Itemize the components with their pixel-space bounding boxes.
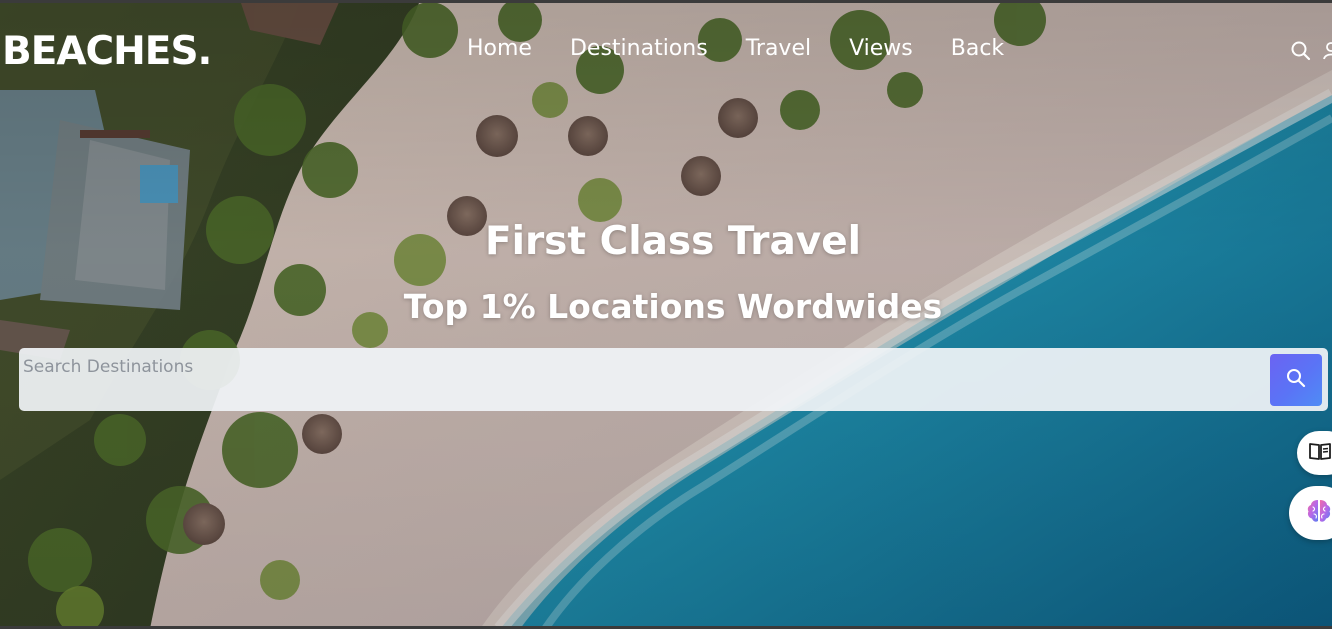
brand-logo[interactable]: BEACHES. — [2, 30, 212, 74]
user-icon[interactable] — [1322, 40, 1332, 62]
nav-link-back[interactable]: Back — [951, 34, 1004, 64]
search-icon[interactable] — [1290, 40, 1312, 62]
book-icon — [1308, 441, 1332, 465]
brain-icon — [1305, 497, 1332, 529]
search-button[interactable] — [1270, 354, 1322, 406]
navbar: BEACHES. Home Destinations Travel Views … — [0, 3, 1332, 95]
hero-subtitle: Top 1% Locations Wordwides — [403, 287, 943, 326]
hero-title: First Class Travel — [484, 219, 862, 264]
nav-link-views[interactable]: Views — [849, 34, 913, 64]
top-border — [0, 0, 1332, 3]
search-bar — [19, 348, 1328, 411]
nav-link-home[interactable]: Home — [467, 34, 532, 64]
page: BEACHES. Home Destinations Travel Views … — [0, 0, 1332, 629]
nav-link-destinations[interactable]: Destinations — [570, 34, 708, 64]
nav-link-travel[interactable]: Travel — [746, 34, 811, 64]
search-input[interactable] — [23, 352, 1253, 382]
search-icon — [1284, 366, 1308, 394]
main-nav: Home Destinations Travel Views Back — [467, 34, 1004, 64]
